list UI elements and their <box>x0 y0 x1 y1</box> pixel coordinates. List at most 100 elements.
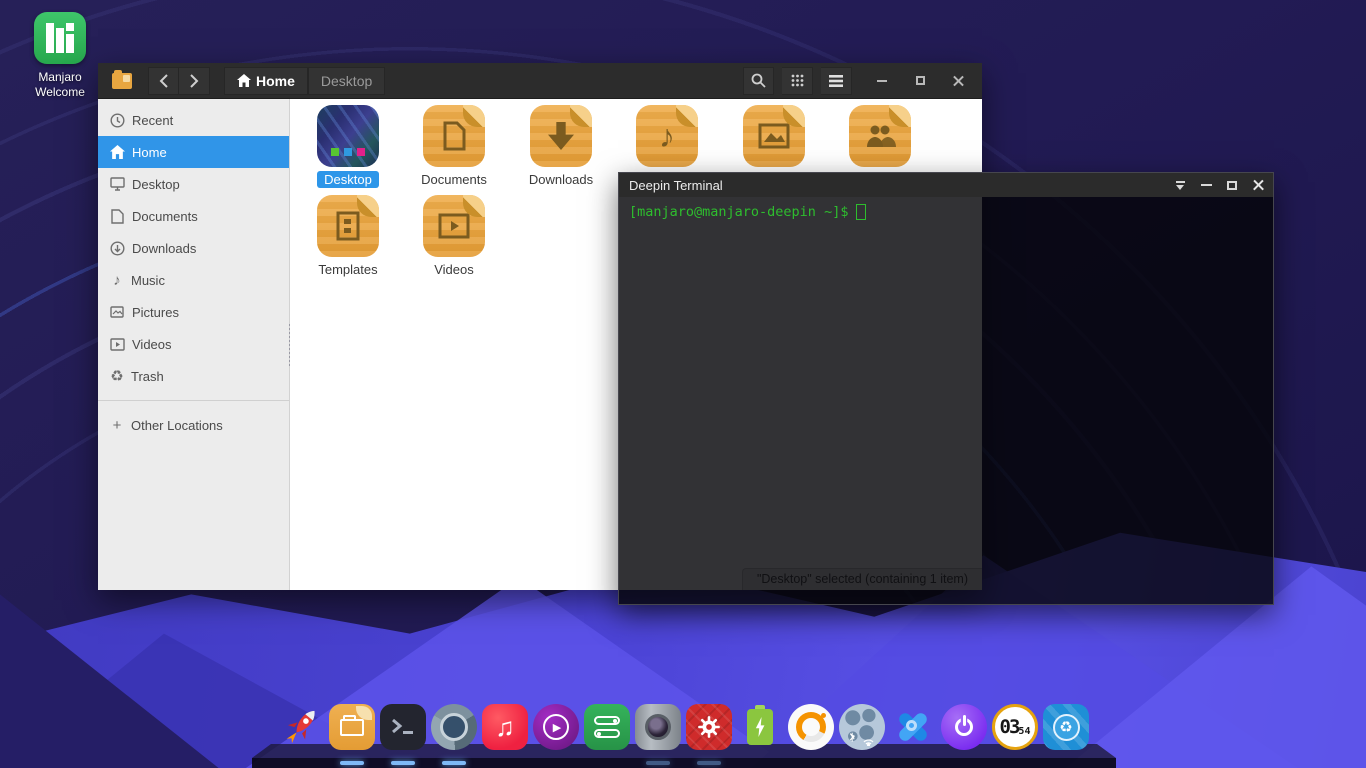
running-indicator <box>646 761 670 765</box>
hamburger-menu-icon <box>829 75 843 87</box>
documents-icon <box>109 209 126 224</box>
folder-document-icon <box>439 120 469 152</box>
dock-item-control-center[interactable] <box>686 702 732 750</box>
videos-icon <box>109 338 126 351</box>
file-item-documents[interactable]: Documents <box>406 105 502 188</box>
sidebar: Recent Home Desktop Documents Downloads <box>98 99 290 590</box>
terminal-minimize-button[interactable] <box>1193 174 1219 196</box>
volume-dial-icon <box>788 704 834 750</box>
dock-item-camera[interactable] <box>635 702 681 750</box>
file-item-public[interactable] <box>832 105 928 171</box>
manjaro-logo-icon <box>34 12 86 64</box>
search-button[interactable] <box>743 67 774 95</box>
back-button[interactable] <box>148 67 179 95</box>
breadcrumb-desktop[interactable]: Desktop <box>308 67 385 95</box>
sidebar-item-videos[interactable]: Videos <box>98 328 289 360</box>
dock-item-launcher[interactable] <box>278 702 324 750</box>
dock-item-deepin-app[interactable] <box>890 702 936 750</box>
plus-icon: + <box>109 417 125 434</box>
home-icon <box>109 145 126 159</box>
trash-icon: ♻ <box>109 367 125 385</box>
dock-item-volume[interactable] <box>788 702 834 750</box>
running-indicator <box>391 761 415 765</box>
breadcrumb: Home Desktop <box>224 67 385 95</box>
file-item-desktop[interactable]: Desktop <box>300 105 396 188</box>
downloads-icon <box>109 241 126 256</box>
sidebar-item-recent[interactable]: Recent <box>98 104 289 136</box>
sidebar-item-downloads[interactable]: Downloads <box>98 232 289 264</box>
terminal-menu-button[interactable] <box>1167 174 1193 196</box>
dock-item-terminal[interactable] <box>380 702 426 750</box>
dock-item-tweaks[interactable] <box>584 702 630 750</box>
dock-item-media-player[interactable]: ▶ <box>533 702 579 750</box>
power-icon <box>941 704 987 750</box>
rocket-launcher-icon <box>269 695 334 760</box>
grid-view-icon <box>791 74 804 87</box>
maximize-icon <box>1227 181 1237 190</box>
terminal-output[interactable]: [manjaro@manjaro-deepin ~]$ <box>619 197 1273 604</box>
recycle-icon: ♻ <box>1043 704 1089 750</box>
folder-template-icon <box>335 211 361 241</box>
dock-item-trash[interactable]: ♻ <box>1043 702 1089 750</box>
terminal-window: Deepin Terminal [manjaro@manjaro-deepin … <box>618 172 1274 605</box>
lightning-bolt-icon <box>754 717 767 737</box>
file-item-downloads[interactable]: Downloads <box>513 105 609 188</box>
file-item-pictures[interactable] <box>726 105 822 171</box>
clock-icon: 0354 <box>992 704 1038 750</box>
terminal-cursor <box>856 204 866 220</box>
chevron-down-icon <box>1176 181 1185 189</box>
desktop-icon <box>109 177 126 191</box>
dock-item-file-manager[interactable] <box>329 702 375 750</box>
minimize-icon <box>1201 184 1212 186</box>
maximize-button[interactable] <box>912 73 928 89</box>
maximize-icon <box>916 76 925 85</box>
desktop-icon-label: Manjaro Welcome <box>18 70 102 100</box>
breadcrumb-home[interactable]: Home <box>224 67 308 95</box>
sidebar-item-pictures[interactable]: Pictures <box>98 296 289 328</box>
sidebar-divider <box>98 400 289 401</box>
dock: ♫ ▶ <box>252 694 1116 768</box>
gear-icon <box>686 704 732 750</box>
terminal-icon <box>380 704 426 750</box>
sidebar-item-other-locations[interactable]: + Other Locations <box>98 409 289 441</box>
desktop-icon-manjaro-welcome[interactable]: Manjaro Welcome <box>18 12 102 100</box>
dock-item-browser[interactable] <box>431 702 477 750</box>
sidebar-item-music[interactable]: ♪ Music <box>98 264 289 296</box>
desktop-preview-icon <box>317 105 379 167</box>
file-item-music[interactable]: ♪ <box>619 105 715 171</box>
terminal-title: Deepin Terminal <box>629 178 723 193</box>
sidebar-item-desktop[interactable]: Desktop <box>98 168 289 200</box>
close-icon <box>1253 180 1264 191</box>
terminal-close-button[interactable] <box>1245 174 1271 196</box>
dock-item-shutdown[interactable] <box>941 702 987 750</box>
forward-button[interactable] <box>179 67 210 95</box>
file-item-templates[interactable]: Templates <box>300 195 396 278</box>
chevron-right-icon <box>189 74 199 88</box>
folder-video-icon <box>438 213 470 239</box>
sidebar-item-trash[interactable]: ♻ Trash <box>98 360 289 392</box>
dock-item-clock[interactable]: 0354 <box>992 702 1038 750</box>
x-logo-icon <box>890 704 936 750</box>
terminal-maximize-button[interactable] <box>1219 174 1245 196</box>
home-icon <box>237 74 251 87</box>
running-indicator <box>697 761 721 765</box>
network-globe-icon <box>839 704 885 750</box>
recent-icon <box>109 113 126 128</box>
file-manager-headerbar: Home Desktop <box>98 63 982 99</box>
dock-item-network[interactable] <box>839 702 885 750</box>
dock-item-power-manager[interactable] <box>737 702 783 750</box>
dock-item-music[interactable]: ♫ <box>482 702 528 750</box>
file-item-videos[interactable]: Videos <box>406 195 502 278</box>
camera-icon <box>635 704 681 750</box>
minimize-button[interactable] <box>874 73 890 89</box>
sidebar-item-documents[interactable]: Documents <box>98 200 289 232</box>
pictures-icon <box>109 305 126 319</box>
menu-button[interactable] <box>821 67 852 95</box>
switch-toggles-icon <box>584 704 630 750</box>
grid-view-button[interactable] <box>782 67 813 95</box>
terminal-titlebar[interactable]: Deepin Terminal <box>619 173 1273 197</box>
sidebar-item-home[interactable]: Home <box>98 136 289 168</box>
desktop: Manjaro Welcome Home Desktop <box>0 0 1366 768</box>
minimize-icon <box>877 80 887 82</box>
close-button[interactable] <box>950 73 966 89</box>
